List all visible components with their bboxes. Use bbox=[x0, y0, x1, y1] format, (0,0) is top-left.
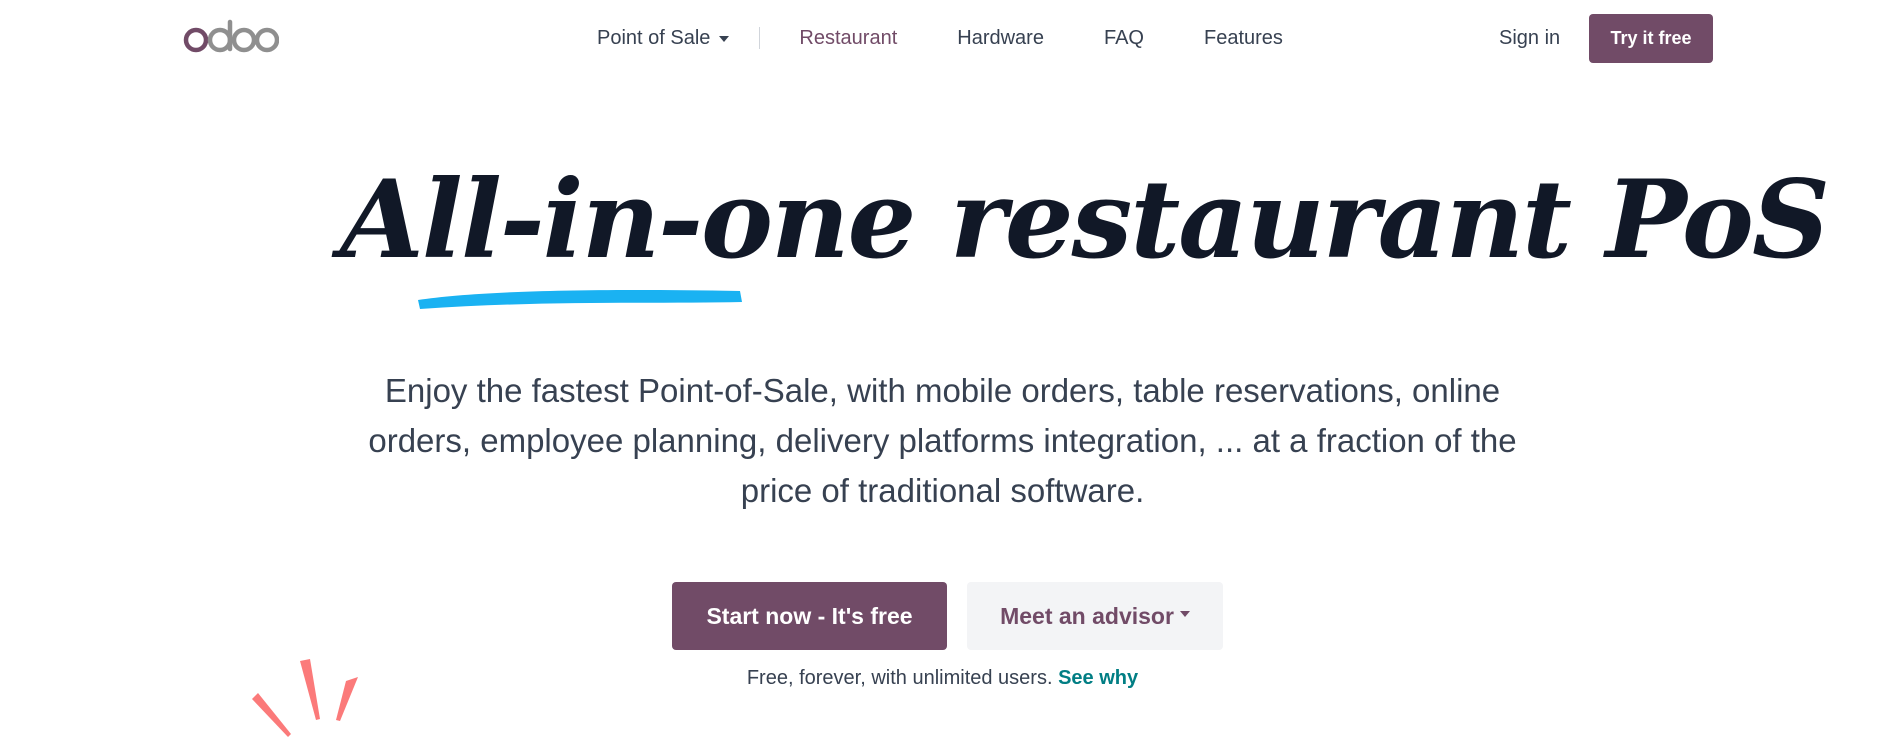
chevron-down-icon bbox=[719, 36, 730, 42]
hero-title: All-in-one restaurant PoS bbox=[340, 157, 1830, 283]
meet-advisor-label: Meet an advisor bbox=[1000, 602, 1174, 629]
hero-title-block: All-in-one restaurant PoS bbox=[340, 150, 1830, 330]
nav-item-restaurant[interactable]: Restaurant bbox=[799, 22, 897, 54]
odoo-logo[interactable] bbox=[183, 18, 279, 54]
nav-item-faq[interactable]: FAQ bbox=[1104, 22, 1144, 54]
meet-advisor-dropdown[interactable]: Meet an advisor bbox=[967, 582, 1223, 650]
free-forever-text: Free, forever, with unlimited users. bbox=[746, 667, 1053, 689]
nav-point-of-sale-dropdown[interactable]: Point of Sale bbox=[597, 22, 730, 54]
sparkle-icon bbox=[252, 659, 358, 737]
main-nav: Point of Sale Restaurant Hardware FAQ Fe… bbox=[597, 22, 1283, 54]
start-now-button[interactable]: Start now - It's free bbox=[672, 582, 947, 650]
hero-subtitle: Enjoy the fastest Point-of-Sale, with mo… bbox=[368, 372, 1517, 509]
site-header: Point of Sale Restaurant Hardware FAQ Fe… bbox=[0, 0, 1885, 76]
odoo-logo-mark bbox=[183, 19, 279, 53]
see-why-link[interactable]: See why bbox=[1058, 667, 1138, 689]
page: Point of Sale Restaurant Hardware FAQ Fe… bbox=[0, 0, 1885, 748]
chevron-down-icon bbox=[1179, 611, 1190, 617]
nav-point-of-sale-label: Point of Sale bbox=[597, 27, 711, 49]
free-forever-note: Free, forever, with unlimited users. See… bbox=[600, 664, 1285, 692]
nav-divider bbox=[759, 27, 761, 49]
nav-item-features[interactable]: Features bbox=[1204, 22, 1283, 54]
sign-in-link[interactable]: Sign in bbox=[1499, 22, 1560, 54]
nav-item-hardware[interactable]: Hardware bbox=[957, 22, 1044, 54]
try-it-free-button[interactable]: Try it free bbox=[1589, 14, 1713, 63]
